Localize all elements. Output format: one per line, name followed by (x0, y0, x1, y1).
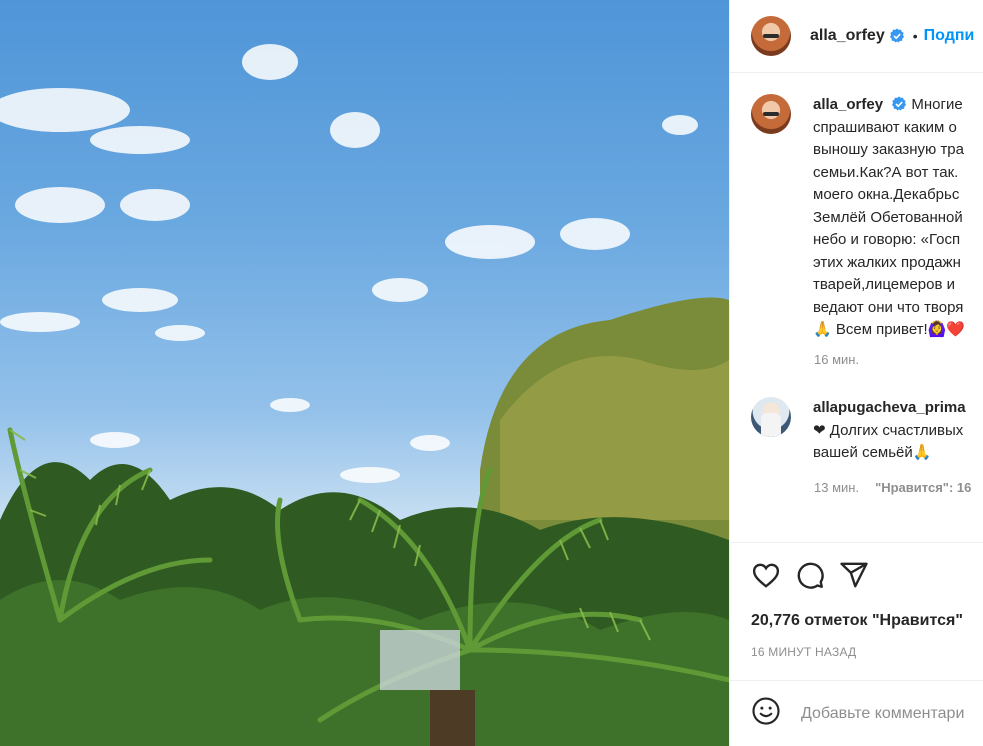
comment-time[interactable]: 13 мин. (814, 480, 859, 495)
caption-line: тварей,лицемеров и (813, 276, 955, 293)
post-photo[interactable] (0, 0, 729, 746)
caption-line: Многие (911, 96, 963, 113)
caption-line: спрашивают каким о (813, 118, 957, 136)
comment-username[interactable]: allapugacheva_prima (813, 399, 966, 416)
caption-line: этих жалких продажн (813, 253, 961, 271)
share-icon[interactable] (839, 560, 869, 590)
post-sidebar: alla_orfey • Подпи alla_orfey Многие спр… (729, 0, 983, 746)
add-comment-input[interactable] (801, 704, 983, 723)
post-timestamp[interactable]: 16 МИНУТ НАЗАД (751, 645, 856, 659)
comment-icon[interactable] (795, 560, 825, 590)
caption-line: выношу заказную тра (813, 141, 964, 158)
post-header: alla_orfey • Подпи (730, 0, 983, 73)
caption-line: Землёй Обетованной (813, 208, 963, 226)
comment-line: ❤ Долгих счастливых (813, 421, 964, 439)
caption-avatar[interactable] (751, 94, 791, 134)
caption-time[interactable]: 16 мин. (814, 352, 859, 367)
caption-line: моего окна.Декабрьс (813, 186, 960, 203)
likes-count[interactable]: 20,776 отметок "Нравится" (751, 612, 963, 630)
post-caption: alla_orfey Многие спрашивают каким о вын… (751, 94, 983, 342)
comment-item: allapugacheva_prima ❤ Долгих счастливых … (751, 397, 983, 465)
author-avatar[interactable] (751, 16, 791, 56)
post-actions: 20,776 отметок "Нравится" 16 МИНУТ НАЗАД (730, 542, 983, 692)
author-username[interactable]: alla_orfey (810, 27, 885, 45)
caption-line: небо и говорю: «Госп (813, 231, 961, 248)
caption-text: alla_orfey Многие спрашивают каким о вын… (813, 94, 965, 342)
verified-badge-icon (892, 96, 907, 111)
comment-likes[interactable]: "Нравится": 16 (875, 480, 971, 495)
add-comment-bar (730, 680, 983, 746)
action-icons (751, 560, 869, 590)
header-separator: • (912, 28, 918, 44)
caption-line: ведают они что творя (813, 298, 964, 316)
comment-meta: 13 мин. "Нравится": 16 (814, 480, 971, 495)
follow-button[interactable]: Подпи (924, 27, 975, 45)
comment-avatar[interactable] (751, 397, 791, 437)
caption-line: семьи.Как?А вот так. (813, 163, 959, 181)
comment-line: вашей семьёй🙏 (813, 444, 932, 461)
photo-scene (0, 44, 729, 746)
emoji-icon[interactable] (751, 696, 781, 731)
caption-line: 🙏 Всем привет!🙆‍♀️❤️ (813, 321, 966, 338)
heart-icon[interactable] (751, 560, 781, 590)
comment-text: allapugacheva_prima ❤ Долгих счастливых … (813, 397, 966, 465)
verified-badge-icon (889, 28, 904, 43)
caption-username[interactable]: alla_orfey (813, 96, 883, 113)
